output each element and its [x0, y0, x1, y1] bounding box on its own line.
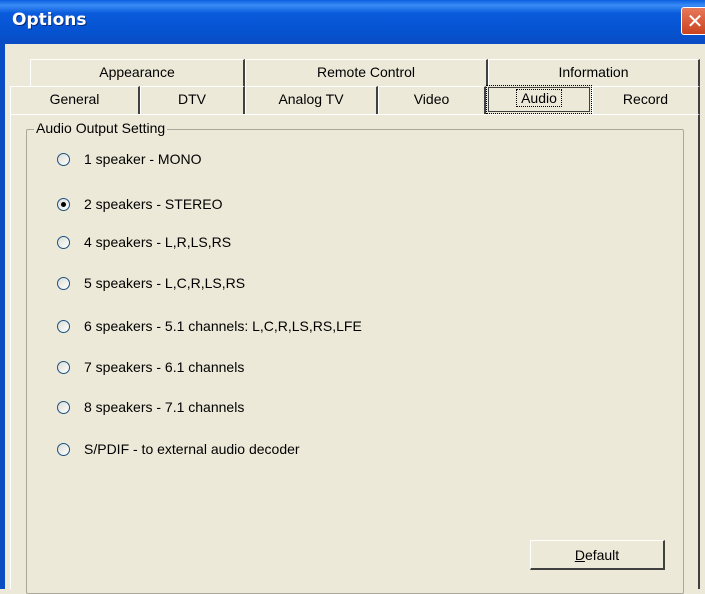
radio-button[interactable]	[57, 236, 70, 249]
group-label: Audio Output Setting	[34, 120, 168, 136]
tab-label: General	[49, 91, 100, 107]
radio-button[interactable]	[57, 401, 70, 414]
tab-label: Information	[558, 64, 629, 80]
default-label: efault	[584, 547, 620, 563]
tab-label: Appearance	[99, 64, 175, 80]
window-border	[0, 44, 5, 589]
radio-button[interactable]	[57, 443, 70, 456]
option-label: 6 speakers - 5.1 channels: L,C,R,LS,RS,L…	[84, 318, 362, 334]
window-title: Options	[12, 10, 87, 30]
option-label: 8 speakers - 7.1 channels	[84, 399, 245, 415]
option-label: 2 speakers - STEREO	[84, 196, 223, 212]
tab-label: Remote Control	[316, 64, 416, 80]
tab-analog-tv[interactable]: Analog TV	[245, 86, 378, 114]
tab-record[interactable]: Record	[592, 86, 700, 114]
close-button[interactable]: ✕	[681, 7, 705, 35]
option-label: S/PDIF - to external audio decoder	[84, 441, 300, 457]
radio-button[interactable]	[57, 320, 70, 333]
option-label: 4 speakers - L,R,LS,RS	[84, 234, 232, 250]
radio-button[interactable]	[57, 153, 70, 166]
tab-label: Video	[413, 91, 450, 107]
tab-dtv[interactable]: DTV	[140, 86, 245, 114]
radio-button[interactable]	[57, 361, 70, 374]
default-button[interactable]: Default	[530, 540, 665, 570]
tab-audio[interactable]: Audio	[486, 85, 592, 114]
tab-label: DTV	[178, 91, 206, 107]
default-mnemonic: D	[574, 547, 585, 563]
tab-label: Audio	[516, 89, 562, 107]
option-label: 1 speaker - MONO	[84, 151, 202, 167]
tab-appearance[interactable]: Appearance	[30, 59, 245, 86]
tab-information[interactable]: Information	[488, 59, 700, 86]
tab-label: Record	[622, 91, 669, 107]
radio-button[interactable]	[57, 277, 70, 290]
close-icon: ✕	[686, 9, 704, 33]
tab-label: Analog TV	[278, 91, 344, 107]
option-label: 5 speakers - L,C,R,LS,RS	[84, 275, 246, 291]
option-label: 7 speakers - 6.1 channels	[84, 359, 245, 375]
title-bar: Options ✕	[0, 0, 705, 44]
radio-button-selected[interactable]	[57, 198, 70, 211]
tab-remote-control[interactable]: Remote Control	[245, 59, 488, 86]
tab-video[interactable]: Video	[378, 86, 486, 114]
tab-general[interactable]: General	[10, 86, 140, 114]
